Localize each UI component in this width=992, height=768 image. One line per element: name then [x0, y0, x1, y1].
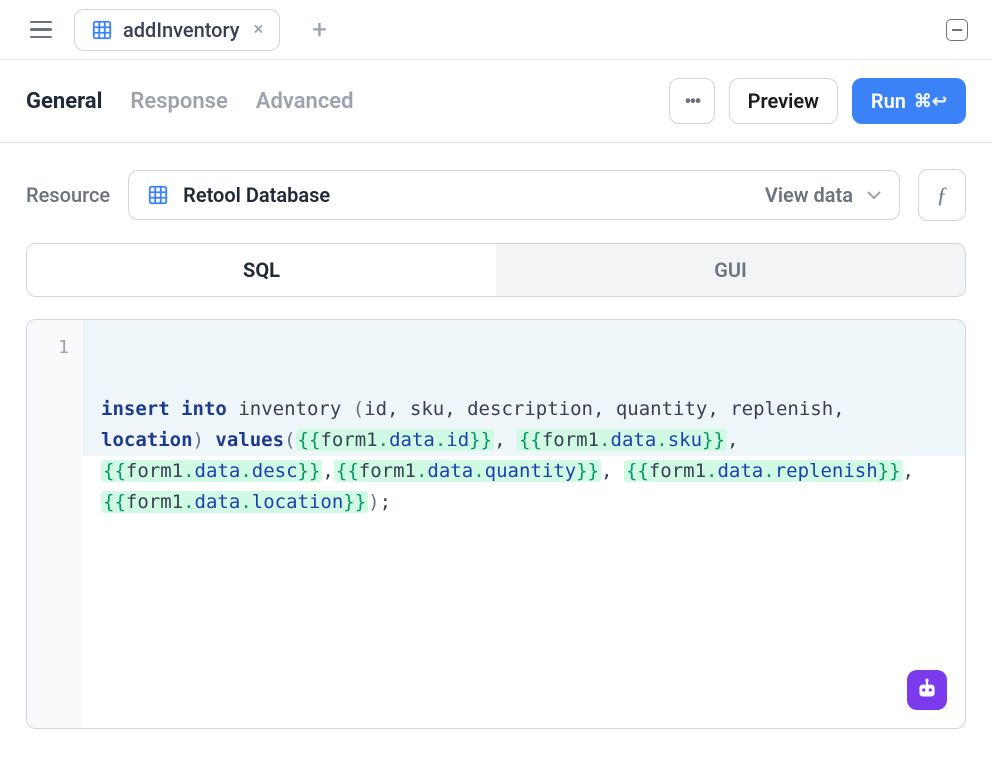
code-editor[interactable]: 1 insert into inventory (id, sku, descri… [26, 319, 966, 729]
menu-icon[interactable] [24, 15, 58, 45]
resource-label: Resource [26, 183, 110, 207]
tab-response[interactable]: Response [130, 89, 227, 114]
topbar: addInventory × + [0, 0, 992, 60]
database-icon [147, 184, 169, 206]
resource-name: Retool Database [183, 183, 330, 207]
chatbot-icon[interactable] [907, 670, 947, 710]
resource-row: Resource Retool Database View data ƒ [26, 169, 966, 221]
preview-button[interactable]: Preview [729, 78, 838, 124]
resource-select[interactable]: Retool Database View data [128, 170, 900, 220]
run-button[interactable]: Run ⌘↩ [852, 78, 966, 124]
subnav: General Response Advanced ••• Preview Ru… [0, 60, 992, 143]
collapse-icon[interactable] [946, 19, 968, 41]
run-shortcut: ⌘↩ [914, 91, 947, 112]
tab-general[interactable]: General [26, 89, 102, 114]
tab-label: addInventory [123, 18, 240, 42]
more-options-button[interactable]: ••• [669, 78, 714, 124]
view-data-label: View data [765, 183, 853, 207]
editor-gutter: 1 [27, 320, 83, 728]
query-tab[interactable]: addInventory × [74, 9, 280, 51]
run-label: Run [871, 89, 906, 113]
content: Resource Retool Database View data ƒ SQL… [0, 143, 992, 755]
database-icon [91, 19, 113, 41]
close-tab-button[interactable]: × [254, 19, 264, 40]
mode-sql-button[interactable]: SQL [27, 244, 496, 296]
chevron-down-icon [867, 191, 881, 199]
tab-advanced[interactable]: Advanced [256, 89, 354, 114]
fx-button[interactable]: ƒ [918, 169, 966, 221]
new-tab-button[interactable]: + [304, 11, 335, 49]
mode-toggle: SQL GUI [26, 243, 966, 297]
line-number: 1 [27, 332, 83, 363]
mode-gui-button[interactable]: GUI [496, 244, 965, 296]
